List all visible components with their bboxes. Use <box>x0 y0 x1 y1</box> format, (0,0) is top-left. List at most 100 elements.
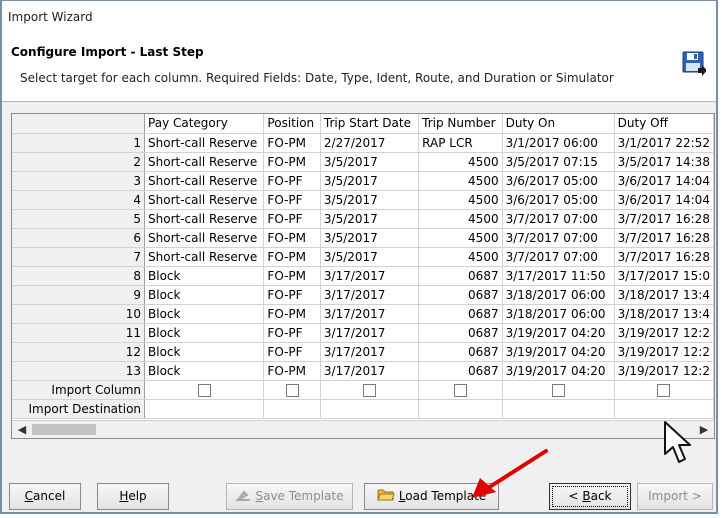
import-destination-cell[interactable] <box>502 399 615 419</box>
cell-on[interactable]: 3/7/2017 07:00 <box>502 247 615 267</box>
import-data-grid[interactable]: Pay Category Position Trip Start Date Tr… <box>11 113 715 439</box>
column-header[interactable]: Duty On <box>502 114 615 134</box>
cell-off[interactable]: 3/19/2017 12:2 <box>614 323 714 343</box>
cell-pay[interactable]: Short-call Reserve <box>144 171 265 191</box>
cell-on[interactable]: 3/18/2017 06:00 <box>502 285 615 305</box>
import-button[interactable]: Import > <box>637 483 713 510</box>
cell-on[interactable]: 3/19/2017 04:20 <box>502 361 615 381</box>
cell-pay[interactable]: Block <box>144 304 265 324</box>
cell-start[interactable]: 3/17/2017 <box>320 285 420 305</box>
cell-on[interactable]: 3/19/2017 04:20 <box>502 342 615 362</box>
import-destination-cell[interactable] <box>263 399 321 419</box>
cell-off[interactable]: 3/5/2017 14:38 <box>614 152 714 172</box>
table-row[interactable]: 5 Short-call Reserve FO-PF 3/5/2017 4500 3/7/… <box>12 209 714 229</box>
column-header[interactable]: Trip Start Date <box>320 114 420 134</box>
cell-start[interactable]: 3/5/2017 <box>320 190 420 210</box>
column-header[interactable]: Pay Category <box>144 114 265 134</box>
cell-pos[interactable]: FO-PM <box>263 228 321 248</box>
cell-pos[interactable]: FO-PM <box>263 304 321 324</box>
import-column-checkbox[interactable] <box>197 383 211 397</box>
cell-trip[interactable]: 0687 <box>418 361 503 381</box>
import-column-checkbox[interactable] <box>657 383 671 397</box>
cell-start[interactable]: 3/17/2017 <box>320 266 420 286</box>
cell-trip[interactable]: 0687 <box>418 285 503 305</box>
cell-off[interactable]: 3/19/2017 12:2 <box>614 361 714 381</box>
table-row[interactable]: 7 Short-call Reserve FO-PM 3/5/2017 4500 3/7/… <box>12 247 714 267</box>
table-row[interactable]: 4 Short-call Reserve FO-PF 3/5/2017 4500 3/6/… <box>12 190 714 210</box>
table-row[interactable]: 10 Block FO-PM 3/17/2017 0687 3/18/2017 06:00… <box>12 304 714 324</box>
cell-trip[interactable]: RAP LCR <box>418 133 503 153</box>
cell-off[interactable]: 3/17/2017 15:0 <box>614 266 714 286</box>
cell-on[interactable]: 3/17/2017 11:50 <box>502 266 615 286</box>
cell-on[interactable]: 3/6/2017 05:00 <box>502 190 615 210</box>
cell-pay[interactable]: Block <box>144 342 265 362</box>
import-destination-cell[interactable] <box>418 399 503 419</box>
column-header[interactable]: Duty Off <box>614 114 714 134</box>
cell-on[interactable]: 3/7/2017 07:00 <box>502 209 615 229</box>
cell-trip[interactable]: 0687 <box>418 266 503 286</box>
cell-on[interactable]: 3/7/2017 07:00 <box>502 228 615 248</box>
import-destination-cell[interactable] <box>614 399 714 419</box>
cell-off[interactable]: 3/7/2017 16:28 <box>614 209 714 229</box>
table-row[interactable]: 1 Short-call Reserve FO-PM 2/27/2017 RAP LCR… <box>12 133 714 153</box>
cell-off[interactable]: 3/6/2017 14:04 <box>614 171 714 191</box>
cell-pos[interactable]: FO-PM <box>263 266 321 286</box>
cell-pos[interactable]: FO-PF <box>263 285 321 305</box>
import-column-checkbox[interactable] <box>363 383 377 397</box>
cell-off[interactable]: 3/18/2017 13:4 <box>614 304 714 324</box>
import-column-checkbox[interactable] <box>453 383 467 397</box>
cell-pos[interactable]: FO-PF <box>263 190 321 210</box>
cell-pos[interactable]: FO-PF <box>263 171 321 191</box>
cell-on[interactable]: 3/6/2017 05:00 <box>502 171 615 191</box>
cell-pay[interactable]: Short-call Reserve <box>144 247 265 267</box>
cell-off[interactable]: 3/7/2017 16:28 <box>614 247 714 267</box>
cell-trip[interactable]: 4500 <box>418 152 503 172</box>
cancel-button[interactable]: Cancel <box>9 483 81 510</box>
cell-on[interactable]: 3/1/2017 06:00 <box>502 133 615 153</box>
cell-start[interactable]: 3/5/2017 <box>320 209 420 229</box>
cell-start[interactable]: 3/17/2017 <box>320 342 420 362</box>
cell-pos[interactable]: FO-PM <box>263 133 321 153</box>
cell-off[interactable]: 3/6/2017 14:04 <box>614 190 714 210</box>
cell-off[interactable]: 3/7/2017 16:28 <box>614 228 714 248</box>
scroll-left-icon[interactable]: ◀ <box>14 422 30 437</box>
cell-pos[interactable]: FO-PF <box>263 323 321 343</box>
column-header[interactable]: Trip Number <box>418 114 503 134</box>
cell-pos[interactable]: FO-PF <box>263 209 321 229</box>
cell-start[interactable]: 3/17/2017 <box>320 361 420 381</box>
save-template-button[interactable]: Save Template <box>226 483 353 510</box>
cell-trip[interactable]: 4500 <box>418 190 503 210</box>
cell-pos[interactable]: FO-PF <box>263 342 321 362</box>
cell-pay[interactable]: Short-call Reserve <box>144 190 265 210</box>
cell-pos[interactable]: FO-PM <box>263 247 321 267</box>
cell-pay[interactable]: Short-call Reserve <box>144 228 265 248</box>
cell-start[interactable]: 3/5/2017 <box>320 228 420 248</box>
scrollbar-thumb[interactable] <box>32 424 96 435</box>
cell-trip[interactable]: 0687 <box>418 304 503 324</box>
cell-pos[interactable]: FO-PM <box>263 152 321 172</box>
cell-off[interactable]: 3/19/2017 12:2 <box>614 342 714 362</box>
cell-pay[interactable]: Short-call Reserve <box>144 152 265 172</box>
help-button[interactable]: Help <box>97 483 169 510</box>
cell-trip[interactable]: 4500 <box>418 247 503 267</box>
cell-start[interactable]: 3/17/2017 <box>320 304 420 324</box>
cell-start[interactable]: 3/5/2017 <box>320 152 420 172</box>
cell-on[interactable]: 3/5/2017 07:15 <box>502 152 615 172</box>
cell-on[interactable]: 3/18/2017 06:00 <box>502 304 615 324</box>
cell-pay[interactable]: Block <box>144 323 265 343</box>
table-row[interactable]: 8 Block FO-PM 3/17/2017 0687 3/17/2017 11:50 3… <box>12 266 714 286</box>
cell-pay[interactable]: Block <box>144 361 265 381</box>
horizontal-scrollbar[interactable]: ◀ ▶ <box>12 420 714 438</box>
cell-trip[interactable]: 0687 <box>418 342 503 362</box>
table-row[interactable]: 2 Short-call Reserve FO-PM 3/5/2017 4500 3/5/… <box>12 152 714 172</box>
cell-off[interactable]: 3/1/2017 22:52 <box>614 133 714 153</box>
table-row[interactable]: 12 Block FO-PF 3/17/2017 0687 3/19/2017 04:20… <box>12 342 714 362</box>
cell-start[interactable]: 3/5/2017 <box>320 247 420 267</box>
table-row[interactable]: 3 Short-call Reserve FO-PF 3/5/2017 4500 3/6/… <box>12 171 714 191</box>
table-row[interactable]: 11 Block FO-PF 3/17/2017 0687 3/19/2017 04:20… <box>12 323 714 343</box>
cell-trip[interactable]: 4500 <box>418 228 503 248</box>
cell-start[interactable]: 3/17/2017 <box>320 323 420 343</box>
import-column-checkbox[interactable] <box>285 383 299 397</box>
cell-pos[interactable]: FO-PM <box>263 361 321 381</box>
table-row[interactable]: 6 Short-call Reserve FO-PM 3/5/2017 4500 3/7/… <box>12 228 714 248</box>
